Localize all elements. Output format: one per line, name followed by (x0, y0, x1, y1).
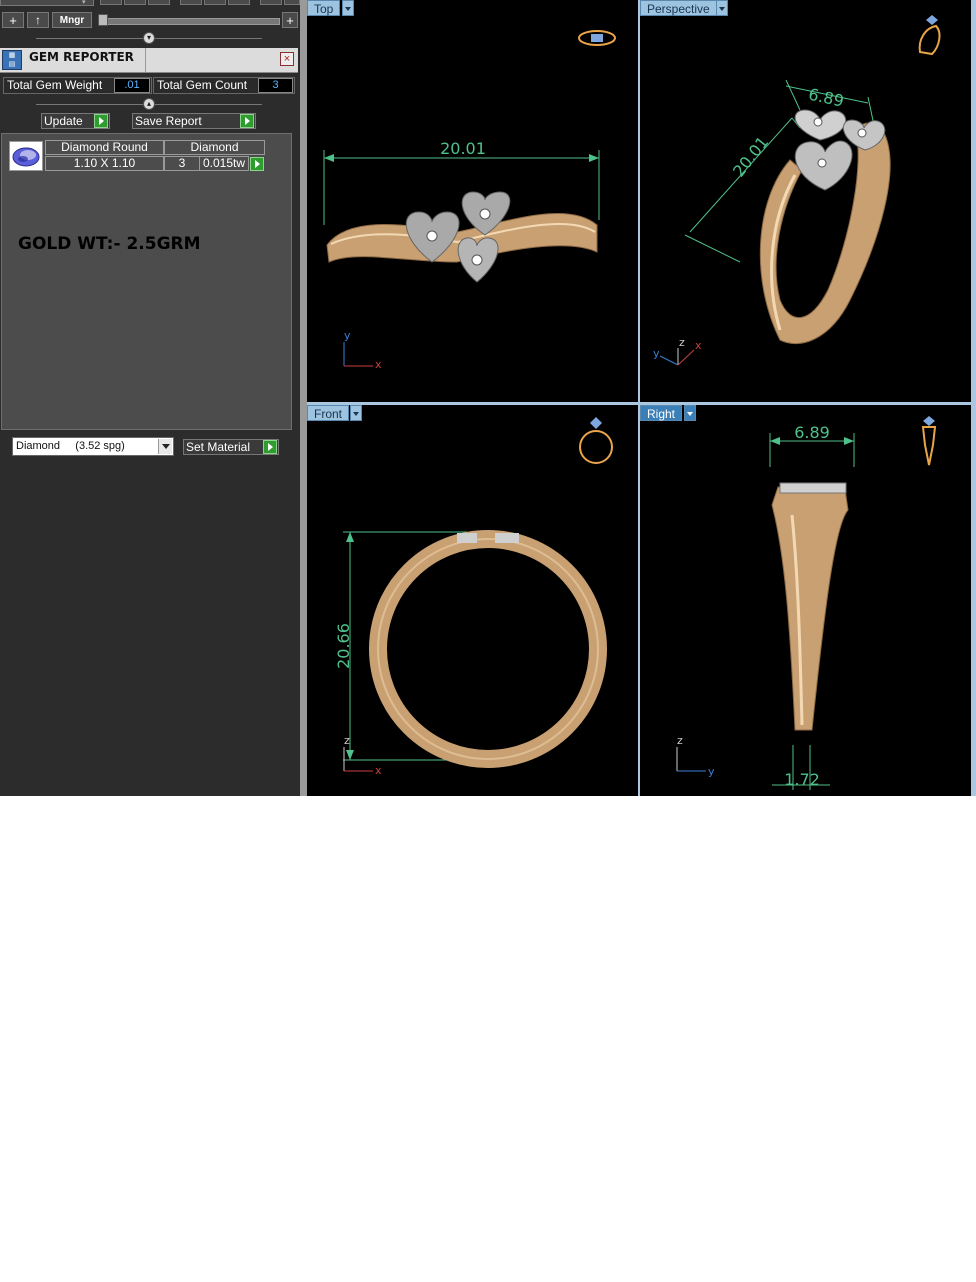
tab-front[interactable]: Front (307, 405, 350, 421)
gem-row-go-icon[interactable] (250, 157, 264, 171)
front-view-drawing: 20.66 z x (334, 417, 613, 777)
collapse-up-icon[interactable]: ▴ (143, 98, 155, 110)
viewport-right-edge (971, 0, 976, 796)
material-select[interactable]: Diamond (3.52 spg) (12, 437, 174, 456)
right-axis-z-label: z (677, 734, 683, 747)
right-dimension-bottom: 1.72 (784, 770, 820, 789)
table-header-material: Diamond (164, 140, 265, 155)
set-material-go-icon[interactable] (263, 440, 277, 454)
total-gem-weight-text: Total Gem Weight (7, 78, 103, 92)
left-panel: ▾ + ▫ × + ▫ × + ▫ + ↑ Mngr + ▾ ▦▤ GEM RE… (0, 0, 300, 796)
save-report-go-icon[interactable] (240, 114, 254, 128)
front-dimension-label: 20.66 (334, 623, 353, 669)
toolbar-slider-track[interactable] (100, 18, 280, 25)
top-axis-y-label: y (344, 329, 351, 342)
toolbar-save-icon-2[interactable]: ▫ (204, 0, 226, 5)
gem-reporter-title: GEM REPORTER (29, 50, 134, 64)
header-divider (145, 48, 146, 72)
toolbar-close-icon-2[interactable]: × (228, 0, 250, 5)
table-cell-weight[interactable]: 0.015tw (199, 156, 249, 171)
set-material-button-label: Set Material (186, 440, 251, 454)
total-gem-weight-value: .01 (114, 78, 150, 93)
perspective-axis-z-label: z (679, 336, 685, 349)
tab-right[interactable]: Right (640, 405, 683, 421)
tab-top[interactable]: Top (307, 0, 341, 16)
top-view-drawing: 20.01 y x (323, 30, 616, 371)
toolbar-scroll-icon[interactable]: ▾ (82, 0, 90, 6)
table-cell-size[interactable]: 1.10 X 1.10 (45, 156, 164, 171)
viewport-right[interactable]: 6.89 1.72 z y Right (640, 405, 971, 796)
total-gem-count-value: 3 (258, 78, 293, 93)
update-go-icon[interactable] (94, 114, 108, 128)
toolbar-add-icon-3[interactable]: + (260, 0, 282, 5)
viewport-front[interactable]: 20.66 z x Front (307, 405, 638, 796)
app-window: ▾ + ▫ × + ▫ × + ▫ + ↑ Mngr + ▾ ▦▤ GEM RE… (0, 0, 976, 796)
perspective-view-drawing: 6.89 20.01 y z x (653, 15, 941, 366)
save-report-button[interactable]: Save Report (132, 113, 256, 129)
gem-reporter-icon: ▦ ▤ (2, 50, 22, 70)
toolbar-save-icon-3[interactable]: ▫ (284, 0, 300, 5)
move-up-button[interactable]: ↑ (27, 12, 49, 28)
manager-button[interactable]: Mngr (52, 12, 92, 28)
viewport-perspective[interactable]: 6.89 20.01 y z x Perspective (640, 0, 971, 402)
right-axis-y-label: y (708, 765, 715, 778)
toolbar-save-icon[interactable]: ▫ (124, 0, 146, 5)
tab-perspective[interactable]: Perspective (640, 0, 717, 16)
right-view-drawing: 6.89 1.72 z y (676, 416, 937, 790)
viewport-splitter-horizontal[interactable] (307, 402, 976, 405)
viewport-splitter-vertical[interactable] (638, 0, 640, 796)
top-view-menu-icon[interactable] (342, 0, 354, 16)
chevron-down-icon[interactable] (158, 439, 172, 454)
toolbar-add-icon[interactable]: + (100, 0, 122, 5)
collapse-down-icon[interactable]: ▾ (143, 32, 155, 44)
orientation-ring-icon-front[interactable] (579, 417, 613, 464)
update-button-label: Update (44, 114, 83, 128)
material-select-value: Diamond (3.52 spg) (16, 440, 125, 452)
perspective-dimension-b: 20.01 (729, 133, 772, 181)
toolbar-add-icon-2[interactable]: + (180, 0, 202, 5)
save-report-button-label: Save Report (135, 114, 202, 128)
right-view-menu-icon[interactable] (684, 405, 696, 421)
front-axis-x-label: x (375, 764, 382, 777)
table-header-shape: Diamond Round (45, 140, 164, 155)
zoom-plus-button[interactable]: + (282, 12, 298, 28)
gem-reporter-header: ▦ ▤ GEM REPORTER × (0, 48, 298, 73)
perspective-axis-x-label: x (695, 339, 702, 352)
panel-splitter[interactable] (300, 0, 307, 796)
orientation-ring-icon-right[interactable] (921, 416, 937, 466)
add-button[interactable]: + (2, 12, 24, 28)
close-icon[interactable]: × (280, 52, 294, 66)
diamond-round-icon[interactable] (9, 141, 43, 171)
gold-weight-note: GOLD WT:- 2.5GRM (18, 234, 201, 254)
gem-list-panel (1, 133, 292, 430)
toolbar-strip-left (0, 0, 94, 6)
perspective-axis-y-label: y (653, 347, 660, 360)
front-view-menu-icon[interactable] (350, 405, 362, 421)
table-cell-count[interactable]: 3 (164, 156, 200, 171)
orientation-ring-icon[interactable] (578, 30, 616, 46)
perspective-view-menu-icon[interactable] (716, 0, 728, 16)
top-dimension-label: 20.01 (440, 139, 486, 158)
toolbar-close-icon[interactable]: × (148, 0, 170, 5)
perspective-dimension-a: 6.89 (807, 85, 846, 111)
total-gem-count-text: Total Gem Count (157, 78, 248, 92)
viewport-top[interactable]: 20.01 y x Top (307, 0, 638, 402)
right-dimension-top: 6.89 (794, 423, 830, 442)
toolbar-slider-thumb[interactable] (98, 14, 108, 26)
top-axis-x-label: x (375, 358, 382, 371)
orientation-ring-icon-perspective[interactable] (918, 15, 941, 56)
front-axis-z-label: z (344, 734, 350, 747)
